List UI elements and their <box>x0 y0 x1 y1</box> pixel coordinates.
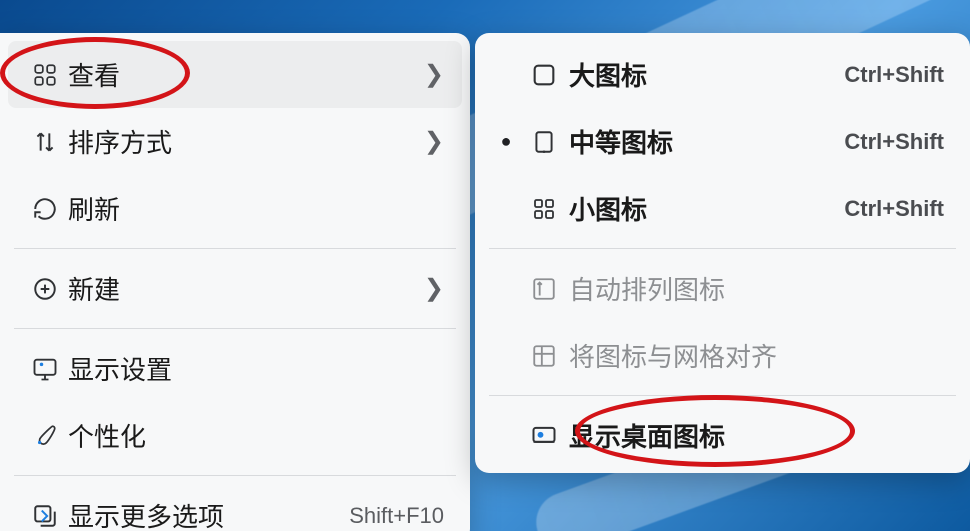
menu-item-refresh[interactable]: 刷新 <box>8 175 462 242</box>
submenu-item-label: 自动排列图标 <box>569 270 944 307</box>
medium-icon-icon <box>519 129 569 155</box>
align-grid-icon <box>519 343 569 369</box>
separator <box>14 475 456 476</box>
large-icon-icon <box>519 61 569 89</box>
submenu-item-large-icons[interactable]: 大图标 Ctrl+Shift <box>483 41 962 108</box>
submenu-item-medium-icons[interactable]: ● 中等图标 Ctrl+Shift <box>483 108 962 175</box>
menu-item-label: 个性化 <box>68 417 444 454</box>
display-settings-icon <box>22 355 68 383</box>
menu-item-more-options[interactable]: 显示更多选项 Shift+F10 <box>8 482 462 531</box>
menu-item-display-settings[interactable]: 显示设置 <box>8 335 462 402</box>
radio-bullet-selected: ● <box>493 131 519 152</box>
submenu-item-shortcut: Ctrl+Shift <box>844 196 944 222</box>
small-icon-icon <box>519 197 569 221</box>
desktop-icons-icon <box>519 422 569 450</box>
chevron-right-icon: ❯ <box>424 274 444 303</box>
menu-item-personalize[interactable]: 个性化 <box>8 402 462 469</box>
menu-item-label: 新建 <box>68 270 424 307</box>
brush-icon <box>22 423 68 449</box>
desktop-context-menu: 查看 ❯ 排序方式 ❯ 刷新 新建 ❯ <box>0 33 470 531</box>
menu-item-label: 显示更多选项 <box>68 497 349 531</box>
chevron-right-icon: ❯ <box>424 60 444 89</box>
grid-icon <box>22 62 68 88</box>
submenu-item-label: 大图标 <box>569 56 844 93</box>
menu-item-label: 查看 <box>68 56 424 93</box>
submenu-item-label: 小图标 <box>569 190 844 227</box>
submenu-item-small-icons[interactable]: 小图标 Ctrl+Shift <box>483 175 962 242</box>
chevron-right-icon: ❯ <box>424 127 444 156</box>
submenu-item-label: 显示桌面图标 <box>569 417 944 454</box>
menu-item-label: 显示设置 <box>68 350 444 387</box>
menu-item-sort[interactable]: 排序方式 ❯ <box>8 108 462 175</box>
separator <box>14 248 456 249</box>
refresh-icon <box>22 196 68 222</box>
separator <box>489 395 956 396</box>
submenu-item-shortcut: Ctrl+Shift <box>844 129 944 155</box>
separator <box>14 328 456 329</box>
menu-item-label: 排序方式 <box>68 123 424 160</box>
submenu-item-align-grid[interactable]: 将图标与网格对齐 <box>483 322 962 389</box>
menu-item-new[interactable]: 新建 ❯ <box>8 255 462 322</box>
separator <box>489 248 956 249</box>
sort-icon <box>22 129 68 155</box>
submenu-item-label: 将图标与网格对齐 <box>569 337 944 374</box>
auto-arrange-icon <box>519 276 569 302</box>
submenu-item-shortcut: Ctrl+Shift <box>844 62 944 88</box>
more-options-icon <box>22 503 68 529</box>
submenu-item-show-desktop-icons[interactable]: 显示桌面图标 <box>483 402 962 469</box>
view-submenu: 大图标 Ctrl+Shift ● 中等图标 Ctrl+Shift 小图标 Ctr… <box>475 33 970 473</box>
menu-item-view[interactable]: 查看 ❯ <box>8 41 462 108</box>
submenu-item-auto-arrange[interactable]: 自动排列图标 <box>483 255 962 322</box>
plus-circle-icon <box>22 276 68 302</box>
submenu-item-label: 中等图标 <box>569 123 844 160</box>
menu-item-shortcut: Shift+F10 <box>349 503 444 529</box>
menu-item-label: 刷新 <box>68 190 444 227</box>
